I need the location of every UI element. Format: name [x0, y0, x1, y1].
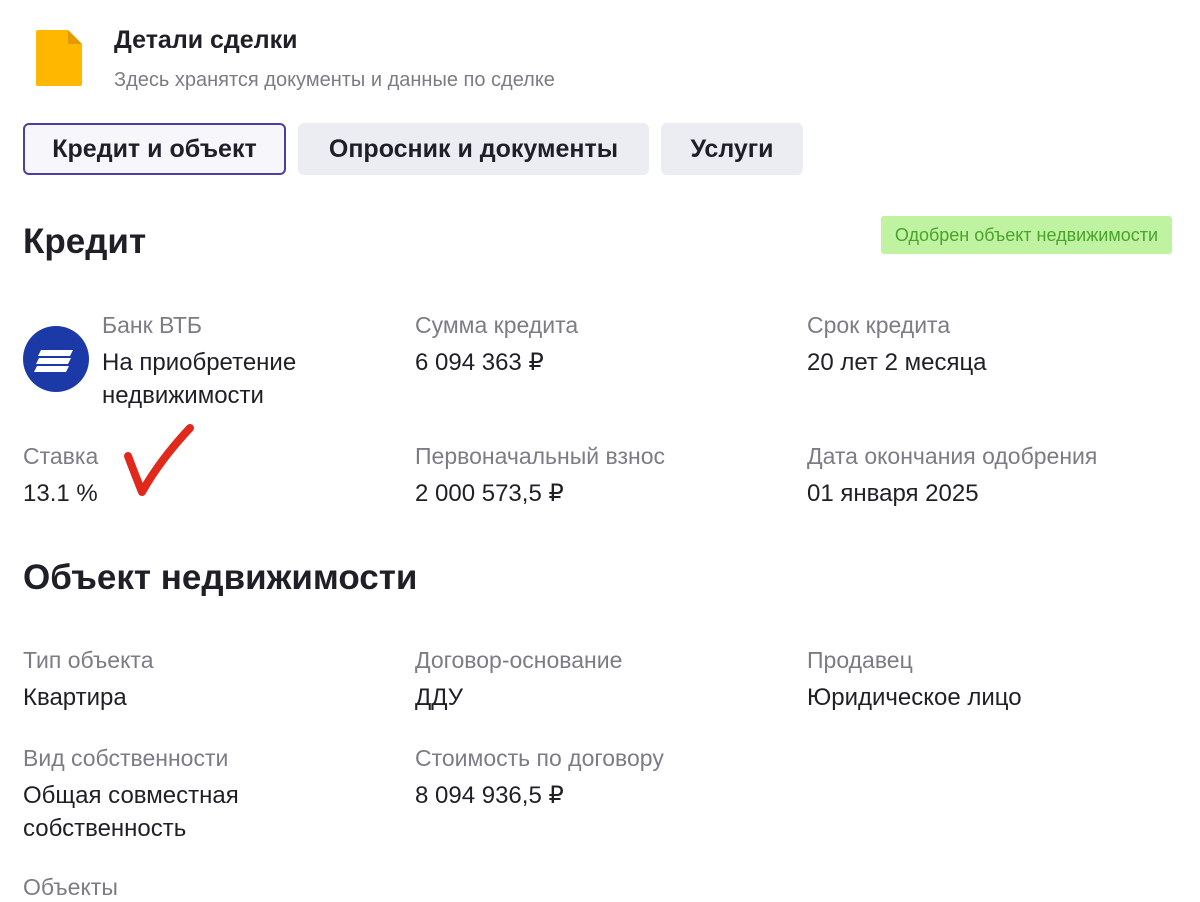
objects-label: Объекты: [23, 874, 118, 900]
page-subtitle: Здесь хранятся документы и данные по сде…: [114, 69, 555, 91]
seller-label: Продавец: [807, 647, 913, 673]
contract-price-label: Стоимость по договору: [415, 745, 664, 771]
property-section-title: Объект недвижимости: [23, 558, 418, 597]
objects-field: Объекты: [23, 872, 118, 902]
loan-term-label: Срок кредита: [807, 312, 951, 338]
bank-field: Банк ВТБ На приобретение недвижимости: [102, 310, 392, 412]
seller-field: Продавец Юридическое лицо: [807, 645, 1022, 714]
deal-header: Детали сделки Здесь хранятся документы и…: [36, 26, 555, 92]
checkmark-icon: [120, 420, 200, 505]
tab-questionnaire-and-documents[interactable]: Опросник и документы: [298, 123, 649, 175]
loan-amount-label: Сумма кредита: [415, 312, 579, 338]
down-payment-field: Первоначальный взнос 2 000 573,5 ₽: [415, 441, 665, 510]
ownership-value: Общая совместная собственность: [23, 782, 239, 842]
contract-basis-value: ДДУ: [415, 684, 464, 711]
contract-price-field: Стоимость по договору 8 094 936,5 ₽: [415, 743, 664, 812]
approval-end-field: Дата окончания одобрения 01 января 2025: [807, 441, 1097, 510]
contract-price-value: 8 094 936,5 ₽: [415, 782, 564, 809]
page-title: Детали сделки: [114, 26, 298, 54]
rate-value: 13.1 %: [23, 480, 98, 507]
status-badge: Одобрен объект недвижимости: [880, 216, 1172, 254]
object-type-value: Квартира: [23, 684, 127, 711]
object-type-label: Тип объекта: [23, 647, 154, 673]
ownership-field: Вид собственности Общая совместная собст…: [23, 743, 283, 845]
down-payment-label: Первоначальный взнос: [415, 443, 666, 469]
document-icon: [36, 30, 82, 86]
seller-value: Юридическое лицо: [807, 684, 1022, 711]
approval-end-value: 01 января 2025: [807, 480, 979, 507]
loan-amount-value: 6 094 363 ₽: [415, 349, 544, 376]
tab-bar: Кредит и объект Опросник и документы Усл…: [23, 123, 803, 175]
contract-basis-label: Договор-основание: [415, 647, 623, 673]
approval-end-label: Дата окончания одобрения: [807, 443, 1098, 469]
loan-term-field: Срок кредита 20 лет 2 месяца: [807, 310, 987, 379]
down-payment-value: 2 000 573,5 ₽: [415, 480, 564, 507]
vtb-logo-icon: [23, 326, 89, 392]
contract-basis-field: Договор-основание ДДУ: [415, 645, 622, 714]
loan-purpose: На приобретение недвижимости: [102, 349, 297, 409]
tab-credit-and-object[interactable]: Кредит и объект: [23, 123, 286, 175]
loan-term-value: 20 лет 2 месяца: [807, 349, 987, 376]
rate-field: Ставка 13.1 %: [23, 441, 98, 510]
ownership-label: Вид собственности: [23, 745, 229, 771]
credit-section-title: Кредит: [23, 222, 147, 261]
bank-name: Банк ВТБ: [102, 312, 202, 338]
tab-services[interactable]: Услуги: [661, 123, 803, 175]
rate-label: Ставка: [23, 443, 99, 469]
object-type-field: Тип объекта Квартира: [23, 645, 154, 714]
loan-amount-field: Сумма кредита 6 094 363 ₽: [415, 310, 578, 379]
